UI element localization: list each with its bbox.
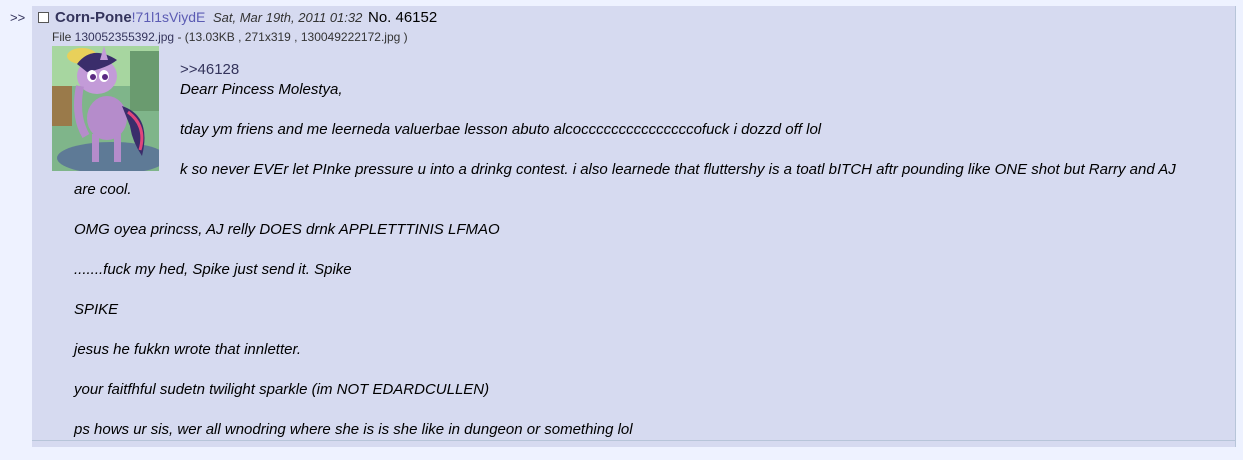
message-line: OMG oyea princss, AJ relly DOES drnk APP… <box>74 221 500 238</box>
message-line: jesus he fukkn wrote that innletter. <box>74 341 302 358</box>
poster-name: Corn-Pone <box>55 9 132 26</box>
message-line: k so never EVEr let PInke pressure u int… <box>74 161 1176 198</box>
file-details: - (13.03KB , 271x319 , 130049222172.jpg … <box>174 30 408 44</box>
message-line: your faitfhful sudetn twilight sparkle (… <box>74 381 490 398</box>
file-info: File 130052355392.jpg - (13.03KB , 271x3… <box>52 30 408 44</box>
reply-post: Corn-Pone!71l1sViydE Sat, Mar 19th, 2011… <box>32 6 1236 447</box>
post-divider <box>32 440 1236 441</box>
message-line: Dearr Pincess Molestya, <box>180 81 343 98</box>
post-number[interactable]: No. 46152 <box>368 9 437 26</box>
post-header: Corn-Pone!71l1sViydE Sat, Mar 19th, 2011… <box>38 10 437 25</box>
post-message: >>46128 Dearr Pincess Molestya, tday ym … <box>74 60 1194 460</box>
message-line: tday ym friens and me leerneda valuerbae… <box>180 121 822 138</box>
file-prefix: File <box>52 30 75 44</box>
message-line: .......fuck my hed, Spike just send it. … <box>74 261 352 278</box>
post-select-checkbox[interactable] <box>38 12 49 23</box>
quote-link[interactable]: >>46128 <box>180 60 1194 80</box>
reply-arrows: >> <box>10 10 26 25</box>
message-line: SPIKE <box>74 301 119 318</box>
file-link[interactable]: 130052355392.jpg <box>75 30 174 44</box>
message-head: >>46128 Dearr Pincess Molestya, tday ym … <box>74 60 1194 140</box>
poster-tripcode: !71l1sViydE <box>131 9 206 25</box>
post-datetime: Sat, Mar 19th, 2011 01:32 <box>212 10 363 25</box>
message-line: ps hows ur sis, wer all wnodring where s… <box>74 421 633 438</box>
